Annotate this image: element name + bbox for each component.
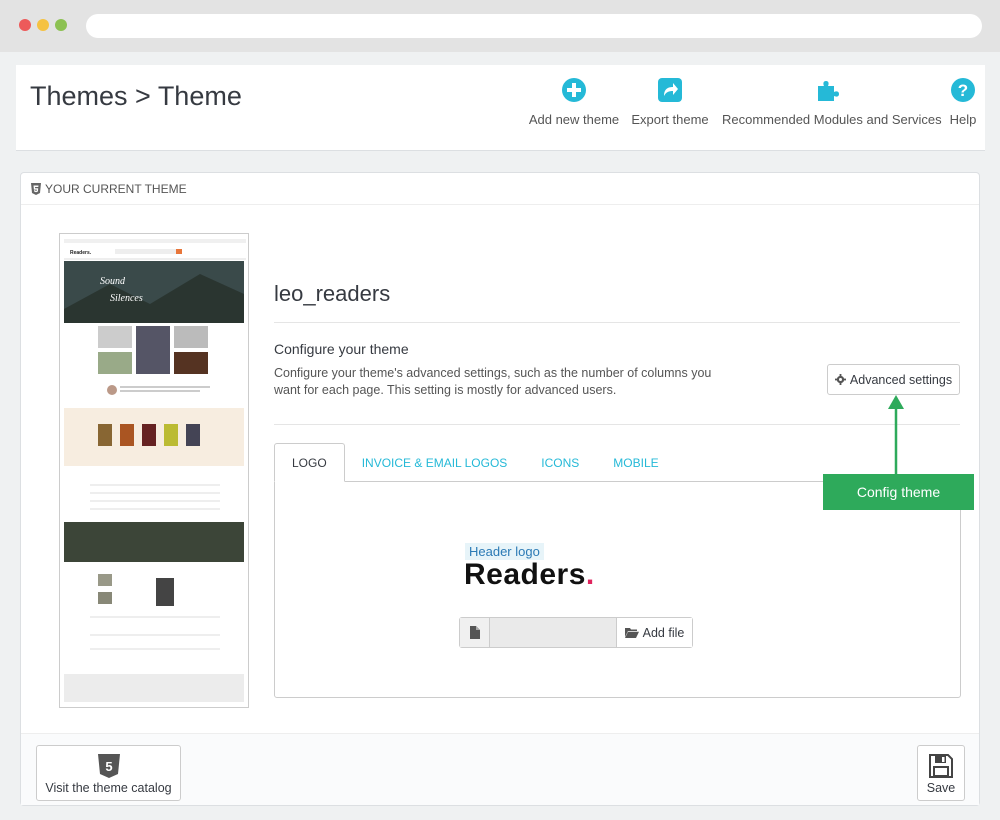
file-icon (469, 626, 480, 639)
close-window-dot[interactable] (19, 19, 31, 31)
recommended-modules-label: Recommended Modules and Services (722, 112, 942, 127)
current-theme-panel: YOUR CURRENT THEME Readers. Sound Silenc… (20, 172, 980, 806)
puzzle-icon (818, 81, 839, 101)
panel-title: YOUR CURRENT THEME (31, 182, 187, 196)
html5-icon: 5 (97, 754, 120, 778)
svg-text:Sound: Sound (100, 276, 126, 287)
tab-icons[interactable]: ICONS (524, 443, 596, 482)
file-icon-box (460, 618, 490, 647)
visit-theme-catalog-label: Visit the theme catalog (45, 781, 172, 795)
theme-name: leo_readers (274, 281, 391, 306)
tab-mobile[interactable]: MOBILE (596, 443, 675, 482)
plus-circle-icon (562, 78, 586, 102)
logo-file-upload: Add file (459, 617, 693, 648)
theme-preview-image: Readers. Sound Silences (60, 234, 248, 707)
advanced-settings-button[interactable]: Advanced settings (827, 364, 960, 395)
logo-tabs: LOGO INVOICE & EMAIL LOGOS ICONS MOBILE (274, 443, 676, 482)
logo-tab-pane: Header logo Readers. Add file (274, 481, 961, 698)
help-icon: ? (951, 78, 975, 102)
visit-theme-catalog-button[interactable]: 5 Visit the theme catalog (36, 745, 181, 801)
tab-invoice-email-logos[interactable]: INVOICE & EMAIL LOGOS (345, 443, 525, 482)
svg-text:Silences: Silences (110, 293, 143, 304)
minimize-window-dot[interactable] (37, 19, 49, 31)
divider (274, 424, 960, 425)
config-theme-callout: Config theme (823, 474, 974, 510)
logo-text: Readers (464, 558, 586, 591)
panel-header: YOUR CURRENT THEME (21, 173, 979, 205)
svg-text:?: ? (958, 81, 968, 100)
page-header: Themes > Theme Add new theme Export them… (16, 65, 985, 151)
folder-open-icon (624, 628, 639, 638)
export-theme-button[interactable]: Export theme (630, 73, 710, 143)
header-logo-image: Readers. (464, 558, 595, 592)
panel-footer: 5 Visit the theme catalog Save (21, 733, 979, 805)
logo-dot: . (585, 558, 595, 591)
page-title: Themes > Theme (30, 81, 242, 111)
save-label: Save (926, 781, 956, 795)
callout-arrow (888, 395, 904, 474)
tab-logo[interactable]: LOGO (274, 443, 345, 482)
advanced-settings-label: Advanced settings (849, 372, 953, 387)
save-icon (929, 754, 953, 778)
help-button[interactable]: ? Help (944, 73, 982, 143)
export-theme-label: Export theme (631, 112, 709, 127)
add-file-label: Add file (642, 625, 685, 640)
html5-icon (31, 183, 41, 195)
recommended-modules-button[interactable]: Recommended Modules and Services (722, 73, 942, 143)
help-label: Help (949, 112, 977, 127)
configure-title: Configure your theme (274, 341, 409, 357)
add-new-theme-label: Add new theme (528, 112, 620, 127)
gear-icon (834, 374, 846, 385)
theme-preview-thumbnail: Readers. Sound Silences (59, 233, 249, 708)
address-bar[interactable] (86, 14, 982, 38)
add-new-theme-button[interactable]: Add new theme (528, 73, 620, 143)
svg-text:Readers.: Readers. (70, 250, 92, 256)
file-name-input[interactable] (490, 618, 616, 647)
save-button[interactable]: Save (917, 745, 965, 801)
svg-text:5: 5 (105, 759, 112, 774)
share-icon (658, 78, 682, 102)
panel-title-text: YOUR CURRENT THEME (45, 182, 187, 196)
browser-chrome (0, 0, 1000, 52)
add-file-button[interactable]: Add file (616, 618, 692, 647)
configure-description: Configure your theme's advanced settings… (274, 366, 712, 397)
maximize-window-dot[interactable] (55, 19, 67, 31)
divider (274, 322, 960, 323)
